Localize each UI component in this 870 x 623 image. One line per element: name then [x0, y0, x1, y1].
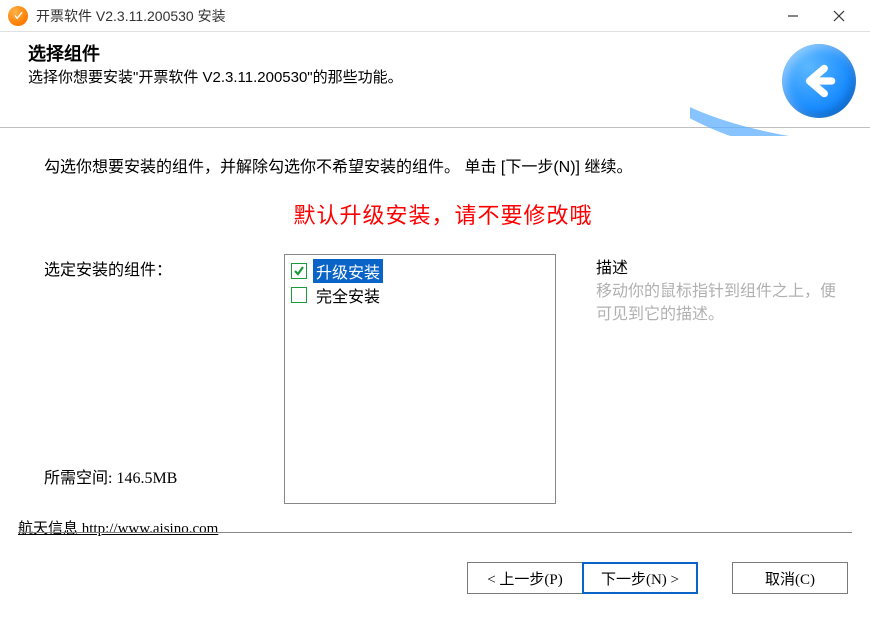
header-description: 选择你想要安装"开票软件 V2.3.11.200530"的那些功能。 [28, 68, 508, 88]
description-heading: 描述 [596, 254, 842, 278]
back-button[interactable]: < 上一步(P) [467, 562, 583, 594]
separator [18, 532, 852, 546]
checkbox-icon[interactable] [291, 287, 307, 303]
titlebar: 开票软件 V2.3.11.200530 安装 [0, 0, 870, 32]
close-button[interactable] [816, 0, 862, 32]
wizard-body: 勾选你想要安装的组件，并解除勾选你不希望安装的组件。 单击 [下一步(N)] 继… [0, 128, 870, 548]
component-label: 完全安装 [313, 283, 383, 307]
header-logo [730, 44, 870, 124]
instruction-text: 勾选你想要安装的组件，并解除勾选你不希望安装的组件。 单击 [下一步(N)] 继… [44, 156, 824, 180]
wizard-header: 选择组件 选择你想要安装"开票软件 V2.3.11.200530"的那些功能。 [0, 32, 870, 128]
window-title: 开票软件 V2.3.11.200530 安装 [36, 6, 770, 26]
checkbox-icon[interactable] [291, 263, 307, 279]
warning-text: 默认升级安装，请不要修改哦 [44, 198, 842, 230]
app-icon [8, 6, 28, 26]
wizard-footer: < 上一步(P) 下一步(N) > 取消(C) [0, 548, 870, 608]
component-item-full[interactable]: 完全安装 [291, 283, 549, 307]
minimize-button[interactable] [770, 0, 816, 32]
description-text: 移动你的鼠标指针到组件之上，便可见到它的描述。 [596, 280, 842, 326]
component-list[interactable]: 升级安装 完全安装 [284, 254, 556, 504]
component-label: 升级安装 [313, 259, 383, 283]
component-item-upgrade[interactable]: 升级安装 [291, 259, 549, 283]
space-required: 所需空间: 146.5MB [44, 464, 177, 488]
next-button[interactable]: 下一步(N) > [582, 562, 698, 594]
cancel-button[interactable]: 取消(C) [732, 562, 848, 594]
header-title: 选择组件 [28, 40, 846, 66]
